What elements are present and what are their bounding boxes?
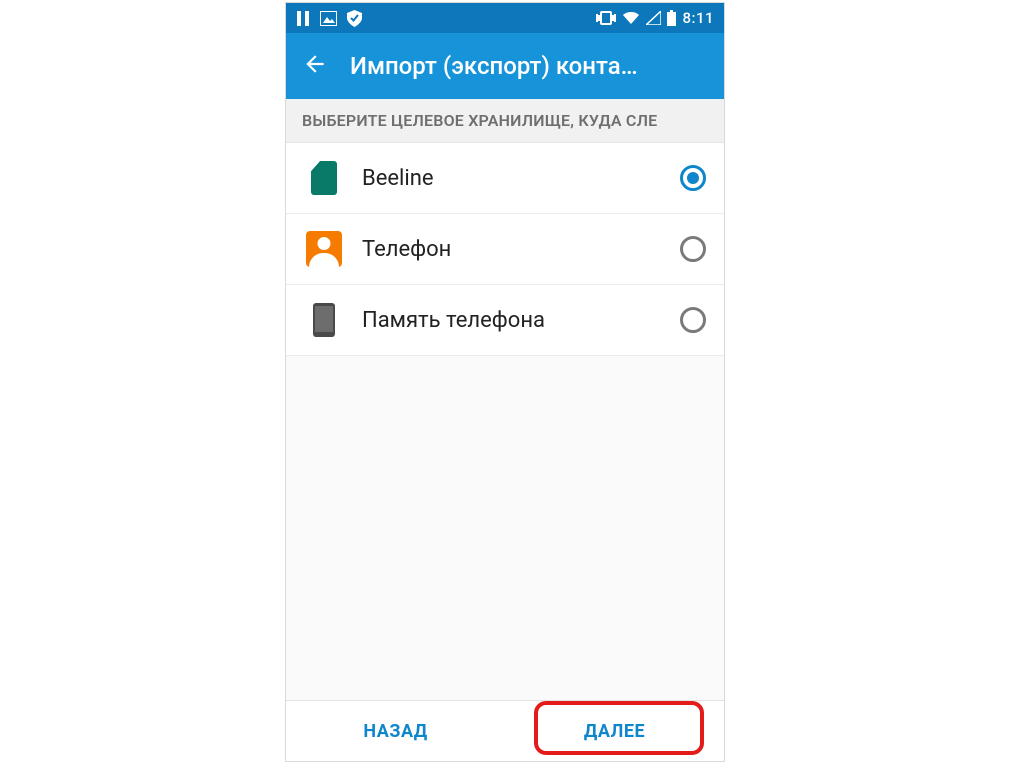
contact-icon: [306, 231, 342, 267]
option-beeline[interactable]: Beeline: [286, 143, 724, 214]
back-arrow-icon[interactable]: [302, 51, 328, 81]
battery-icon: [667, 10, 676, 26]
next-button[interactable]: ДАЛЕЕ: [505, 701, 724, 761]
section-header: ВЫБЕРИТЕ ЦЕЛЕВОЕ ХРАНИЛИЩЕ, КУДА СЛЕ: [286, 99, 724, 143]
option-label: Память телефона: [362, 308, 662, 333]
signal-icon: [646, 11, 661, 25]
clock-text: 8:11: [682, 9, 714, 27]
option-label: Beeline: [362, 166, 662, 191]
phone-frame: 8:11 Импорт (экспорт) конта… ВЫБЕРИТЕ ЦЕ…: [285, 2, 725, 762]
app-bar: Импорт (экспорт) конта…: [286, 33, 724, 99]
back-button[interactable]: НАЗАД: [286, 701, 505, 761]
radio-selected-icon[interactable]: [680, 165, 706, 191]
check-shield-icon: [347, 10, 362, 27]
option-label: Телефон: [362, 237, 662, 262]
phone-storage-icon: [313, 303, 335, 337]
screen-title: Импорт (экспорт) конта…: [350, 52, 638, 80]
radio-unselected-icon[interactable]: [680, 307, 706, 333]
sim-icon: [311, 161, 337, 195]
status-bar: 8:11: [286, 3, 724, 33]
radio-unselected-icon[interactable]: [680, 236, 706, 262]
wifi-icon: [622, 11, 640, 25]
pause-icon: [296, 11, 310, 26]
vibrate-icon: [596, 11, 616, 25]
picture-icon: [320, 11, 337, 26]
next-button-label: ДАЛЕЕ: [584, 721, 645, 742]
empty-space: [286, 356, 724, 700]
footer-bar: НАЗАД ДАЛЕЕ: [286, 700, 724, 761]
back-button-label: НАЗАД: [363, 721, 427, 742]
storage-options-list: Beeline Телефон Память телефона: [286, 143, 724, 356]
option-phone-storage[interactable]: Память телефона: [286, 285, 724, 356]
option-phone[interactable]: Телефон: [286, 214, 724, 285]
